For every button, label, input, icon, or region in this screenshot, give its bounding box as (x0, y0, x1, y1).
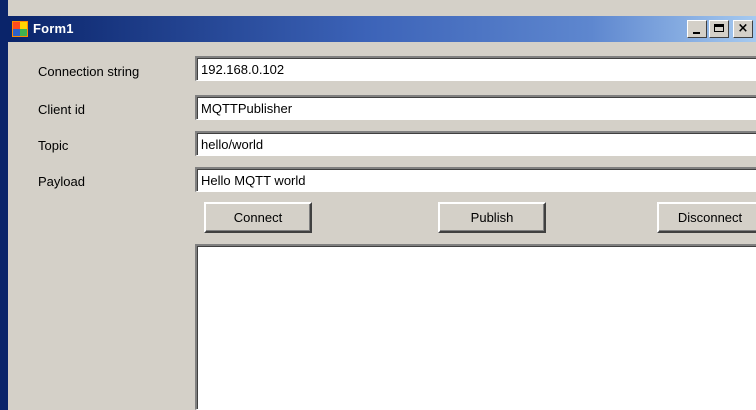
output-textarea[interactable] (195, 244, 756, 410)
main-window: Form1 × Connection string Client id Topi… (0, 0, 756, 410)
publish-button[interactable]: Publish (438, 202, 546, 233)
app-icon (12, 21, 28, 37)
client-id-input[interactable] (195, 95, 756, 120)
maximize-button[interactable] (709, 20, 729, 38)
close-button[interactable]: × (733, 20, 753, 38)
connect-button[interactable]: Connect (204, 202, 312, 233)
title-bar[interactable]: Form1 × (8, 16, 756, 42)
payload-input[interactable] (195, 167, 756, 192)
window-title: Form1 (33, 21, 74, 36)
minimize-button[interactable] (687, 20, 707, 38)
disconnect-button[interactable]: Disconnect (657, 202, 756, 233)
connection-string-label: Connection string (38, 64, 140, 79)
close-icon: × (737, 21, 749, 36)
payload-label: Payload (38, 174, 85, 189)
minimize-icon (693, 32, 700, 34)
topic-input[interactable] (195, 131, 756, 156)
form-client-area: Connection string Client id Topic Payloa… (8, 42, 756, 410)
title-buttons: × (687, 20, 753, 38)
maximize-icon (714, 24, 724, 32)
client-id-label: Client id (38, 102, 85, 117)
topic-label: Topic (38, 138, 69, 153)
connection-string-input[interactable] (195, 56, 756, 81)
